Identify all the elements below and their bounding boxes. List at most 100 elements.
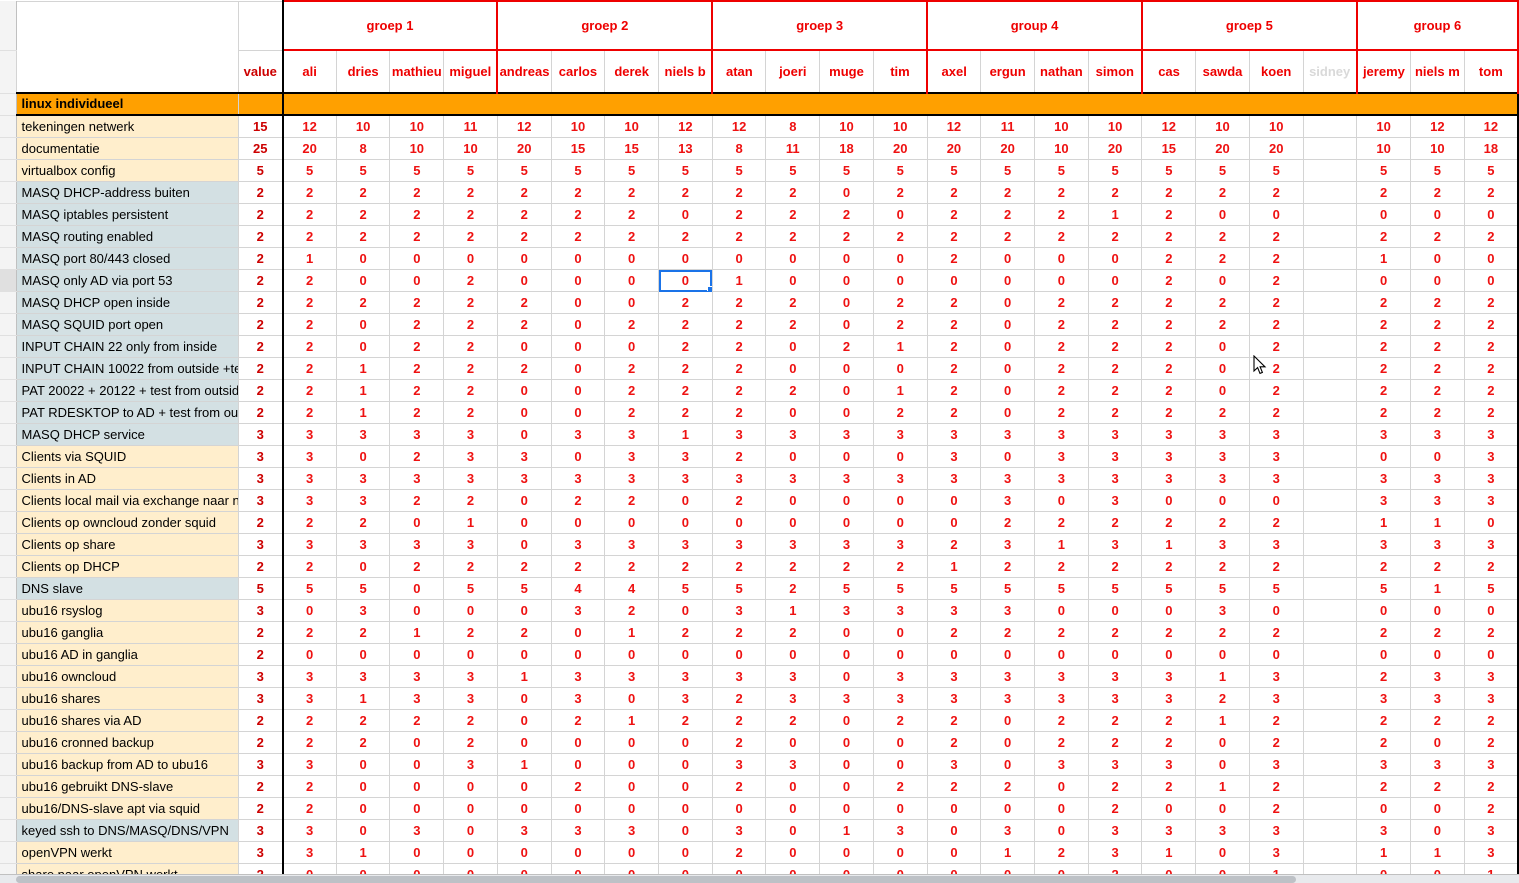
score-cell[interactable]: 20 [926,137,982,160]
score-cell[interactable]: 2 [926,313,982,336]
score-cell[interactable]: 2 [872,775,928,798]
score-cell[interactable]: 0 [1141,489,1197,512]
score-cell[interactable]: 3 [765,687,821,710]
score-cell[interactable]: 0 [1463,511,1519,534]
score-cell[interactable]: 0 [335,643,391,666]
score-cell[interactable]: 2 [1410,225,1465,248]
score-cell[interactable]: 2 [980,621,1035,644]
score-cell[interactable]: 2 [443,335,498,358]
score-cell[interactable]: 3 [819,599,874,622]
score-cell[interactable]: 3 [658,687,713,710]
row-value[interactable]: 5 [237,159,284,182]
score-cell[interactable]: 3 [443,445,498,468]
score-cell[interactable]: 0 [1195,379,1250,402]
row-value[interactable]: 2 [237,621,284,644]
score-cell[interactable]: 0 [443,841,498,864]
score-cell[interactable]: 0 [1410,445,1465,468]
score-cell[interactable] [1302,225,1358,248]
score-cell[interactable]: 2 [1087,225,1143,248]
score-cell[interactable]: 0 [550,401,606,424]
score-cell[interactable]: 3 [658,467,713,490]
score-cell[interactable]: 2 [926,533,982,556]
score-cell[interactable]: 0 [1248,643,1304,666]
score-cell[interactable]: 0 [550,379,606,402]
score-cell[interactable]: 13 [658,137,713,160]
score-cell[interactable]: 3 [443,665,498,688]
score-cell[interactable]: 2 [282,775,337,798]
score-cell[interactable]: 0 [711,511,767,534]
row-gutter[interactable] [0,445,17,468]
score-cell[interactable]: 1 [1356,841,1411,864]
row-gutter[interactable] [0,467,17,490]
score-cell[interactable]: 2 [1356,731,1411,754]
score-cell[interactable]: 0 [1195,797,1250,820]
score-cell[interactable]: 0 [658,489,713,512]
score-cell[interactable]: 2 [1195,313,1250,336]
score-cell[interactable]: 18 [819,137,874,160]
score-cell[interactable]: 2 [1195,181,1250,204]
score-cell[interactable]: 2 [1463,335,1519,358]
score-cell[interactable]: 2 [980,225,1035,248]
row-value[interactable]: 2 [237,379,284,402]
score-cell[interactable] [1302,357,1358,380]
score-cell[interactable]: 2 [819,225,874,248]
score-cell[interactable]: 1 [872,379,928,402]
score-cell[interactable]: 3 [1356,423,1411,446]
score-cell[interactable]: 2 [1410,379,1465,402]
score-cell[interactable]: 3 [1141,445,1197,468]
score-cell[interactable]: 2 [550,709,606,732]
score-cell[interactable]: 1 [604,709,660,732]
score-cell[interactable]: 2 [1087,709,1143,732]
score-cell[interactable]: 1 [443,511,498,534]
score-cell[interactable]: 3 [711,819,767,842]
score-cell[interactable]: 3 [443,467,498,490]
score-cell[interactable]: 0 [604,687,660,710]
score-cell[interactable]: 2 [604,489,660,512]
score-cell[interactable]: 0 [1195,335,1250,358]
score-cell[interactable] [1302,665,1358,688]
row-gutter[interactable] [0,841,17,864]
score-cell[interactable]: 2 [443,401,498,424]
row-gutter[interactable] [0,621,17,644]
score-cell[interactable]: 18 [1463,137,1519,160]
score-cell[interactable]: 0 [550,621,606,644]
score-cell[interactable]: 5 [1034,159,1089,182]
score-cell[interactable]: 3 [1410,687,1465,710]
score-cell[interactable]: 3 [1195,533,1250,556]
score-cell[interactable]: 0 [658,269,713,292]
score-cell[interactable]: 2 [658,709,713,732]
score-cell[interactable]: 5 [819,159,874,182]
score-cell[interactable]: 2 [1141,247,1197,270]
score-cell[interactable]: 2 [980,511,1035,534]
score-cell[interactable]: 2 [496,291,552,314]
score-cell[interactable]: 0 [496,379,552,402]
score-cell[interactable]: 0 [1356,599,1411,622]
score-cell[interactable]: 1 [1195,709,1250,732]
score-cell[interactable]: 5 [1087,159,1143,182]
score-cell[interactable]: 0 [819,511,874,534]
score-cell[interactable]: 0 [658,797,713,820]
row-value[interactable]: 2 [237,731,284,754]
score-cell[interactable]: 0 [389,643,445,666]
score-cell[interactable]: 2 [1195,555,1250,578]
score-cell[interactable]: 0 [658,775,713,798]
score-cell[interactable]: 3 [1356,467,1411,490]
score-cell[interactable]: 3 [1410,533,1465,556]
score-cell[interactable]: 5 [658,159,713,182]
score-cell[interactable]: 2 [389,335,445,358]
score-cell[interactable]: 0 [1356,643,1411,666]
score-cell[interactable]: 2 [335,181,391,204]
row-label[interactable]: ubu16 shares via AD [15,709,239,732]
score-cell[interactable]: 0 [389,511,445,534]
score-cell[interactable]: 3 [282,445,337,468]
score-cell[interactable]: 2 [819,203,874,226]
score-cell[interactable]: 2 [1034,379,1089,402]
score-cell[interactable]: 2 [1248,269,1304,292]
score-cell[interactable] [1302,797,1358,820]
score-cell[interactable]: 3 [980,489,1035,512]
score-cell[interactable]: 2 [389,225,445,248]
score-cell[interactable]: 0 [926,269,982,292]
score-cell[interactable]: 2 [550,775,606,798]
score-cell[interactable]: 3 [1248,665,1304,688]
score-cell[interactable]: 2 [658,291,713,314]
